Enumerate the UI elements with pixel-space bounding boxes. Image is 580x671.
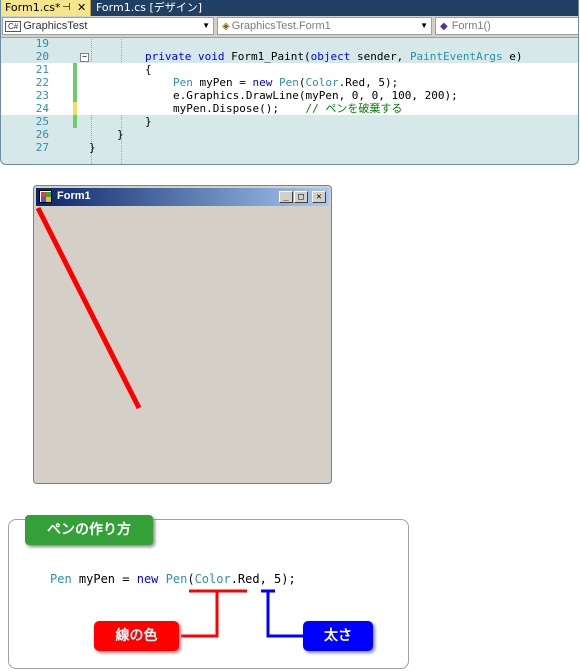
code-editor: Form1.cs* ⊣ ✕ Form1.cs [デザイン] C# Graphics… [0, 0, 579, 165]
color-connector [181, 591, 219, 638]
member-dropdown-value: Form1() [451, 20, 491, 32]
width-connector [266, 591, 303, 638]
code-text: } [145, 115, 152, 128]
drawn-red-line [35, 206, 142, 410]
line-number: 19 [35, 37, 49, 50]
tab-form1-design[interactable]: Form1.cs [デザイン] [92, 0, 206, 16]
code-text: private void Form1_Paint(object sender, … [145, 50, 523, 63]
code-text: } [89, 141, 96, 154]
code-text: Pen myPen = new Pen(Color.Red, 5); [173, 76, 399, 89]
line-number: 26 [35, 128, 49, 141]
navigation-bar: C# GraphicsTest ▼ ◈ GraphicsTest.Form1 ▼ ◆… [1, 16, 578, 38]
code-line: 26 } [1, 128, 578, 141]
tab-label: Form1.cs [デザイン] [96, 1, 203, 14]
document-tab-bar: Form1.cs* ⊣ ✕ Form1.cs [デザイン] [1, 0, 578, 16]
explanation-panel: ペンの作り方 Pen myPen = new Pen(Color.Red, 5)… [8, 515, 409, 669]
code-line: 20 − private void Form1_Paint(object sen… [1, 50, 578, 63]
pen-width-label: 太さ [303, 621, 373, 651]
code-line: 23 e.Graphics.DrawLine(myPen, 0, 0, 100,… [1, 89, 578, 102]
saved-change-marker [73, 63, 77, 76]
tab-form1-cs[interactable]: Form1.cs* ⊣ ✕ [1, 0, 91, 16]
code-text: e.Graphics.DrawLine(myPen, 0, 0, 100, 20… [173, 89, 458, 102]
saved-change-marker [73, 76, 77, 89]
project-dropdown-value: GraphicsTest [23, 20, 88, 32]
form-canvas [35, 206, 142, 410]
member-dropdown[interactable]: ◆ Form1() [435, 17, 578, 35]
form1-window: Form1 _ □ ✕ [33, 185, 332, 484]
line-number: 24 [35, 102, 49, 115]
pen-color-label: 線の色 [94, 621, 179, 651]
class-icon: ◈ [222, 21, 230, 32]
dropdown-arrow-icon[interactable]: ▼ [202, 18, 210, 34]
line-number: 27 [35, 141, 49, 154]
line-number: 20 [35, 50, 49, 63]
dropdown-arrow-icon[interactable]: ▼ [420, 18, 428, 34]
project-dropdown[interactable]: C# GraphicsTest ▼ [2, 17, 214, 35]
method-icon: ◆ [440, 21, 448, 32]
code-line: 24 myPen.Dispose(); // ペンを破棄する [1, 102, 578, 115]
pin-icon[interactable]: ⊣ [62, 0, 71, 15]
code-line: 21 { [1, 63, 578, 76]
unsaved-change-marker [73, 102, 77, 115]
line-number: 25 [35, 115, 49, 128]
class-dropdown-value: GraphicsTest.Form1 [231, 20, 331, 32]
line-number: 23 [35, 89, 49, 102]
csharp-icon: C# [5, 20, 22, 32]
saved-change-marker [73, 89, 77, 102]
line-number: 22 [35, 76, 49, 89]
code-text: } [117, 128, 124, 141]
code-line: 27 } [1, 141, 578, 154]
code-text: { [145, 63, 152, 76]
code-area[interactable]: 19 20 − private void Form1_Paint(object … [1, 37, 578, 164]
code-line: 19 [1, 37, 578, 50]
close-tab-icon[interactable]: ✕ [77, 0, 86, 15]
code-line: 22 Pen myPen = new Pen(Color.Red, 5); [1, 76, 578, 89]
collapse-icon[interactable]: − [80, 53, 89, 62]
code-text: myPen.Dispose(); // ペンを破棄する [173, 102, 403, 115]
saved-change-marker [73, 115, 77, 128]
code-line: 25 } [1, 115, 578, 128]
class-dropdown[interactable]: ◈ GraphicsTest.Form1 ▼ [217, 17, 432, 35]
tab-label: Form1.cs* [5, 1, 61, 14]
line-number: 21 [35, 63, 49, 76]
